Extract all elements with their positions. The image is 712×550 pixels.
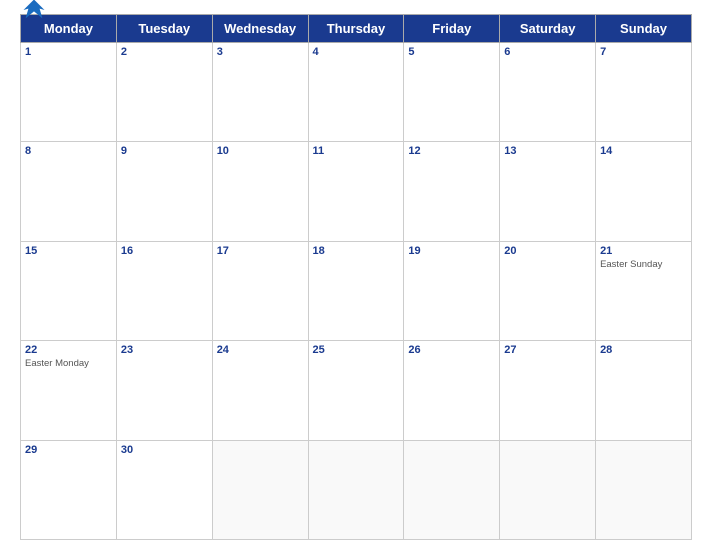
day-number: 20	[504, 245, 591, 257]
holiday-label: Easter Sunday	[600, 259, 687, 270]
calendar-cell	[596, 440, 692, 539]
calendar-cell: 8	[21, 142, 117, 241]
day-number: 7	[600, 46, 687, 58]
calendar-header-row: MondayTuesdayWednesdayThursdayFridaySatu…	[21, 15, 692, 43]
calendar-cell: 26	[404, 341, 500, 440]
calendar-cell	[212, 440, 308, 539]
calendar-cell: 24	[212, 341, 308, 440]
day-number: 27	[504, 344, 591, 356]
day-number: 8	[25, 145, 112, 157]
calendar-cell: 27	[500, 341, 596, 440]
col-header-wednesday: Wednesday	[212, 15, 308, 43]
calendar-cell: 28	[596, 341, 692, 440]
day-number: 18	[313, 245, 400, 257]
day-number: 14	[600, 145, 687, 157]
col-header-sunday: Sunday	[596, 15, 692, 43]
calendar-cell: 23	[116, 341, 212, 440]
col-header-tuesday: Tuesday	[116, 15, 212, 43]
logo	[20, 0, 52, 24]
day-number: 17	[217, 245, 304, 257]
day-number: 23	[121, 344, 208, 356]
day-number: 16	[121, 245, 208, 257]
day-number: 29	[25, 444, 112, 456]
calendar-cell: 13	[500, 142, 596, 241]
calendar-cell: 4	[308, 43, 404, 142]
day-number: 22	[25, 344, 112, 356]
calendar-cell: 2	[116, 43, 212, 142]
calendar-cell: 18	[308, 241, 404, 340]
calendar-cell: 30	[116, 440, 212, 539]
day-number: 12	[408, 145, 495, 157]
calendar-cell: 29	[21, 440, 117, 539]
calendar-cell: 9	[116, 142, 212, 241]
calendar-cell	[500, 440, 596, 539]
calendar-cell: 12	[404, 142, 500, 241]
day-number: 5	[408, 46, 495, 58]
calendar-cell: 5	[404, 43, 500, 142]
calendar-cell	[404, 440, 500, 539]
holiday-label: Easter Monday	[25, 358, 112, 369]
calendar-cell: 25	[308, 341, 404, 440]
col-header-friday: Friday	[404, 15, 500, 43]
calendar-cell: 6	[500, 43, 596, 142]
calendar-cell: 15	[21, 241, 117, 340]
day-number: 25	[313, 344, 400, 356]
col-header-thursday: Thursday	[308, 15, 404, 43]
day-number: 28	[600, 344, 687, 356]
calendar-week-3: 15 16 17 18 19 20 21 Easter Sunday	[21, 241, 692, 340]
calendar-week-1: 1234567	[21, 43, 692, 142]
calendar-cell: 20	[500, 241, 596, 340]
calendar-cell: 19	[404, 241, 500, 340]
day-number: 19	[408, 245, 495, 257]
calendar-cell: 7	[596, 43, 692, 142]
day-number: 11	[313, 145, 400, 157]
calendar-cell	[308, 440, 404, 539]
day-number: 9	[121, 145, 208, 157]
calendar-cell: 10	[212, 142, 308, 241]
calendar-cell: 17	[212, 241, 308, 340]
day-number: 2	[121, 46, 208, 58]
calendar-cell: 3	[212, 43, 308, 142]
day-number: 6	[504, 46, 591, 58]
day-number: 1	[25, 46, 112, 58]
calendar-cell: 16	[116, 241, 212, 340]
calendar-week-2: 89 10 11 12 13 14	[21, 142, 692, 241]
calendar-cell: 1	[21, 43, 117, 142]
day-number: 3	[217, 46, 304, 58]
calendar-week-4: 22 Easter Monday 23 24 25 26 27 28	[21, 341, 692, 440]
day-number: 10	[217, 145, 304, 157]
calendar-cell: 22 Easter Monday	[21, 341, 117, 440]
day-number: 26	[408, 344, 495, 356]
day-number: 24	[217, 344, 304, 356]
col-header-saturday: Saturday	[500, 15, 596, 43]
day-number: 15	[25, 245, 112, 257]
calendar-cell: 14	[596, 142, 692, 241]
calendar-table: MondayTuesdayWednesdayThursdayFridaySatu…	[20, 14, 692, 540]
calendar-cell: 11	[308, 142, 404, 241]
calendar-cell: 21 Easter Sunday	[596, 241, 692, 340]
logo-icon	[20, 0, 48, 24]
day-number: 30	[121, 444, 208, 456]
day-number: 4	[313, 46, 400, 58]
calendar-week-5: 29 30	[21, 440, 692, 539]
day-number: 21	[600, 245, 687, 257]
day-number: 13	[504, 145, 591, 157]
